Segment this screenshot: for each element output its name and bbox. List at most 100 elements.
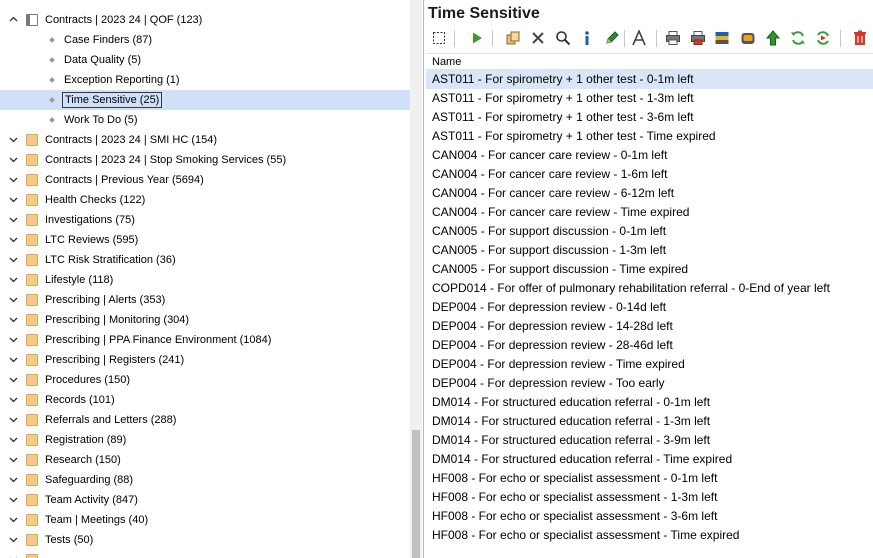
list-item[interactable]: AST011 - For spirometry + 1 other test -… [426, 108, 873, 127]
list-item[interactable]: HF008 - For echo or specialist assessmen… [426, 488, 873, 507]
tree-folder-label: Contracts | Previous Year (5694) [45, 174, 204, 186]
tree-folder[interactable]: Procedures (150) [0, 370, 410, 390]
list-item[interactable]: CAN004 - For cancer care review - 6-12m … [426, 184, 873, 203]
tree-folder[interactable]: Prescribing | PPA Finance Environment (1… [0, 330, 410, 350]
chevron-down-icon[interactable] [9, 335, 18, 344]
tree-folder[interactable]: Contracts | Previous Year (5694) [0, 170, 410, 190]
trash-icon[interactable] [849, 27, 871, 49]
list-item[interactable]: DEP004 - For depression review - Time ex… [426, 355, 873, 374]
chevron-down-icon[interactable] [9, 495, 18, 504]
tree-folder[interactable]: Registration (89) [0, 430, 410, 450]
print-color-icon[interactable] [687, 27, 709, 49]
list-item[interactable]: DEP004 - For depression review - 14-28d … [426, 317, 873, 336]
edit-icon[interactable] [601, 27, 623, 49]
list-item[interactable]: HF008 - For echo or specialist assessmen… [426, 526, 873, 545]
tree-folder[interactable]: Prescribing | Registers (241) [0, 350, 410, 370]
folder-tree[interactable]: Contracts | 2023 24 | QOF (123) Case Fin… [0, 0, 424, 558]
chevron-down-icon[interactable] [9, 155, 18, 164]
tree-folder[interactable]: Records (101) [0, 390, 410, 410]
chevron-down-icon[interactable] [9, 255, 18, 264]
tree-scrollbar-thumb[interactable] [412, 430, 420, 558]
list-item[interactable]: DEP004 - For depression review - 0-14d l… [426, 298, 873, 317]
tree-folder-label: Health Checks (122) [45, 194, 146, 206]
chevron-down-icon[interactable] [9, 215, 18, 224]
tree-folder[interactable]: Contracts | 2023 24 | SMI HC (154) [0, 130, 410, 150]
tree-folder-qof[interactable]: Contracts | 2023 24 | QOF (123) [0, 10, 410, 30]
chevron-down-icon[interactable] [9, 395, 18, 404]
tree-item[interactable]: Data Quality (5) [0, 50, 410, 70]
list-item[interactable]: HF008 - For echo or specialist assessmen… [426, 469, 873, 488]
tree-folder[interactable]: Tests (50) [0, 530, 410, 550]
tree-folder[interactable]: LTC Reviews (595) [0, 230, 410, 250]
column-header-name[interactable]: Name [426, 53, 873, 70]
tree-item[interactable]: Time Sensitive (25) [0, 90, 410, 110]
tree-folder[interactable]: LTC Risk Stratification (36) [0, 250, 410, 270]
list-item[interactable]: DM014 - For structured education referra… [426, 393, 873, 412]
list-item[interactable]: CAN004 - For cancer care review - 0-1m l… [426, 146, 873, 165]
list-item[interactable]: COPD014 - For offer of pulmonary rehabil… [426, 279, 873, 298]
list-item[interactable]: AST011 - For spirometry + 1 other test -… [426, 89, 873, 108]
tree-folder[interactable]: Team Activity (847) [0, 490, 410, 510]
delete-icon[interactable] [527, 27, 549, 49]
font-icon[interactable] [628, 27, 650, 49]
tree-folder[interactable]: Prescribing | Alerts (353) [0, 290, 410, 310]
chevron-down-icon[interactable] [9, 135, 18, 144]
list-item[interactable]: HF008 - For echo or specialist assessmen… [426, 507, 873, 526]
tree-folder-label: Contracts | 2023 24 | SMI HC (154) [45, 134, 218, 146]
chevron-down-icon[interactable] [9, 475, 18, 484]
tree-folder[interactable]: Lifestyle (118) [0, 270, 410, 290]
tree-folder[interactable]: Research (150) [0, 450, 410, 470]
list-item[interactable]: CAN004 - For cancer care review - 1-6m l… [426, 165, 873, 184]
search-icon[interactable] [552, 27, 574, 49]
export-icon[interactable] [711, 27, 733, 49]
chevron-down-icon[interactable] [9, 455, 18, 464]
tree-item[interactable]: Case Finders (87) [0, 30, 410, 50]
refresh-run-icon[interactable] [812, 27, 834, 49]
list-item[interactable]: CAN004 - For cancer care review - Time e… [426, 203, 873, 222]
refresh-icon[interactable] [787, 27, 809, 49]
list-item[interactable]: DEP004 - For depression review - 28-46d … [426, 336, 873, 355]
upload-icon[interactable] [762, 27, 784, 49]
chevron-down-icon[interactable] [9, 275, 18, 284]
list-item[interactable]: AST011 - For spirometry + 1 other test -… [426, 70, 873, 89]
list-item[interactable]: DM014 - For structured education referra… [426, 450, 873, 469]
print-icon[interactable] [662, 27, 684, 49]
tree-folder[interactable]: Safeguarding (88) [0, 470, 410, 490]
list-item[interactable]: DM014 - For structured education referra… [426, 412, 873, 431]
list-item[interactable]: CAN005 - For support discussion - 0-1m l… [426, 222, 873, 241]
tree-folder-label: Safeguarding (88) [45, 474, 134, 486]
chevron-down-icon[interactable] [9, 295, 18, 304]
run-icon[interactable] [466, 27, 488, 49]
folder-icon [26, 394, 38, 406]
tree-folder[interactable]: Prescribing | Monitoring (304) [0, 310, 410, 330]
tree-item[interactable]: Work To Do (5) [0, 110, 410, 130]
chevron-down-icon[interactable] [9, 535, 18, 544]
list-item[interactable]: CAN005 - For support discussion - 1-3m l… [426, 241, 873, 260]
chevron-down-icon[interactable] [9, 355, 18, 364]
list-item[interactable]: DM014 - For structured education referra… [426, 431, 873, 450]
chevron-down-icon[interactable] [9, 195, 18, 204]
chevron-down-icon[interactable] [9, 435, 18, 444]
tree-item-label: Data Quality (5) [64, 54, 142, 66]
list-item[interactable]: AST011 - For spirometry + 1 other test -… [426, 127, 873, 146]
tree-folder[interactable]: Referrals and Letters (288) [0, 410, 410, 430]
chevron-down-icon[interactable] [9, 375, 18, 384]
folder-icon [26, 414, 38, 426]
info-icon[interactable] [576, 27, 598, 49]
tree-folder[interactable]: Team | Meetings (40) [0, 510, 410, 530]
database-icon[interactable] [737, 27, 759, 49]
list-item[interactable]: DEP004 - For depression review - Too ear… [426, 374, 873, 393]
tree-folder[interactable]: Contracts | 2023 24 | Stop Smoking Servi… [0, 150, 410, 170]
tree-folder[interactable]: Health Checks (122) [0, 190, 410, 210]
select-icon[interactable] [428, 27, 450, 49]
tree-item[interactable]: Exception Reporting (1) [0, 70, 410, 90]
list-item[interactable]: CAN005 - For support discussion - Time e… [426, 260, 873, 279]
tree-folder[interactable]: Investigations (75) [0, 210, 410, 230]
chevron-down-icon[interactable] [9, 415, 18, 424]
chevron-up-icon[interactable] [9, 15, 18, 24]
copy-icon[interactable] [502, 27, 524, 49]
chevron-down-icon[interactable] [9, 235, 18, 244]
chevron-down-icon[interactable] [9, 315, 18, 324]
chevron-down-icon[interactable] [9, 175, 18, 184]
chevron-down-icon[interactable] [9, 515, 18, 524]
